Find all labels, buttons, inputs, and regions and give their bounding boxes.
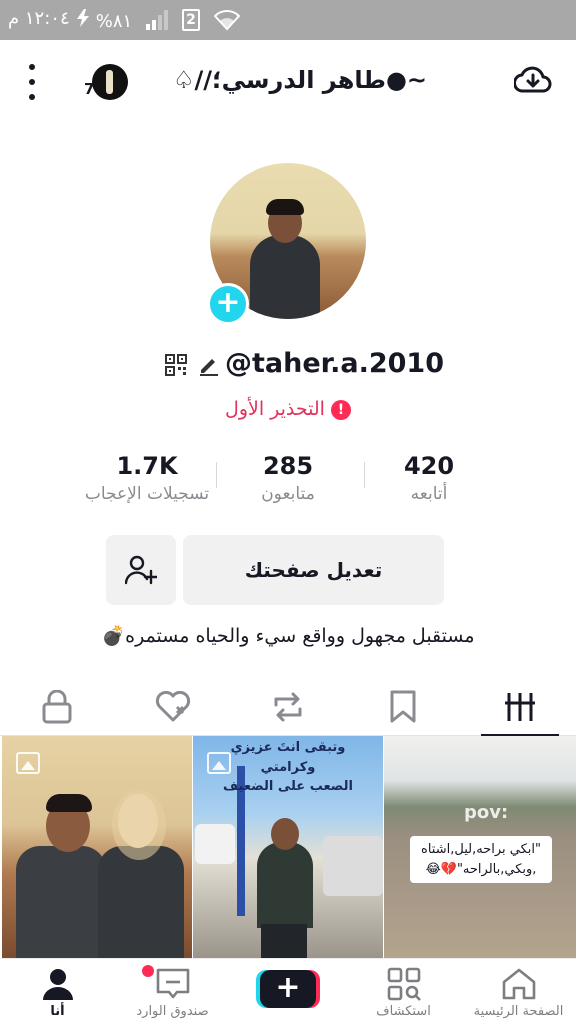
clock: ١٢:٠٤ م — [8, 8, 70, 29]
warning-status[interactable]: !التحذير الأول — [0, 398, 576, 420]
bio-text: مستقبل مجهول وواقع سيء والحياه مستمره💣 — [101, 625, 475, 647]
warning-icon: ! — [330, 399, 351, 420]
page-title[interactable]: ~●طاهر الدرسي؛//♤ — [150, 66, 450, 94]
profile-icon — [43, 969, 73, 1000]
followers-stat[interactable]: 285 متابعون — [213, 452, 363, 504]
profile-stats: 420 أتابعه 285 متابعون 1.7K تسجيلات الإع… — [0, 452, 576, 512]
lock-icon — [42, 690, 72, 724]
video-grid: وتبقى انتَ عزيزي وكرامتي الصعب على الضعيف … — [0, 736, 576, 958]
tab-videos[interactable] — [465, 678, 575, 737]
photo-post-icon — [207, 752, 231, 774]
liked-heart-icon — [155, 691, 191, 722]
inbox-icon — [156, 968, 190, 999]
bottom-nav: الصفحة الرئيسية استكشاف + صندوق الوارد أ… — [0, 958, 576, 1024]
home-icon — [502, 968, 536, 1000]
tab-reposts[interactable] — [233, 678, 343, 736]
edit-profile-button[interactable]: تعديل صفحتك — [183, 535, 444, 605]
battery-charging-icon — [77, 9, 89, 27]
add-story-icon[interactable]: + — [207, 283, 249, 325]
video-caption: "ابكي براحه,ليل,اشتاه ,وبكي,بالراحه"💔😂 — [410, 836, 552, 883]
content-tabs — [0, 678, 576, 737]
tab-saved[interactable] — [348, 678, 458, 736]
tab-liked[interactable] — [118, 678, 228, 736]
likes-stat[interactable]: 1.7K تسجيلات الإعجاب — [72, 452, 222, 504]
nav-home[interactable]: الصفحة الرئيسية — [461, 959, 576, 1024]
profile-header: 7 ~●طاهر الدرسي؛//♤ — [0, 40, 576, 124]
tab-private[interactable] — [2, 678, 112, 736]
username: @taher.a.2010 — [225, 348, 445, 379]
story-avatar[interactable] — [92, 64, 128, 100]
video-thumbnail[interactable]: وتبقى انتَ عزيزي وكرامتي الصعب على الضعيف — [193, 736, 383, 958]
pencil-icon[interactable] — [198, 354, 220, 376]
create-button[interactable]: + — [260, 970, 316, 1008]
discover-icon — [387, 967, 421, 1001]
notification-dot — [142, 965, 154, 977]
cloud-download-icon[interactable] — [514, 64, 552, 98]
more-options-icon[interactable] — [20, 64, 44, 100]
sim-icon: 2 — [182, 9, 200, 31]
username-row: @taher.a.2010 — [0, 348, 576, 384]
video-thumbnail[interactable]: pov: "ابكي براحه,ليل,اشتاه ,وبكي,بالراحه"… — [384, 736, 576, 958]
video-thumbnail[interactable] — [2, 736, 192, 958]
wifi-icon — [214, 10, 240, 31]
nav-me[interactable]: أنا — [0, 959, 115, 1024]
following-stat[interactable]: 420 أتابعه — [354, 452, 504, 504]
grid-icon — [505, 693, 535, 721]
pov-label: pov: — [464, 802, 509, 823]
bookmark-icon — [390, 690, 416, 723]
battery-level: %٨١ — [76, 9, 132, 32]
qr-code-icon[interactable] — [165, 354, 187, 376]
story-count: 7 — [84, 80, 95, 98]
repost-icon — [274, 692, 302, 722]
add-friend-button[interactable] — [106, 535, 176, 605]
add-user-icon — [125, 555, 157, 585]
signal-icon — [146, 10, 168, 30]
photo-post-icon — [16, 752, 40, 774]
status-bar: ١٢:٠٤ م %٨١ 2 — [0, 0, 576, 40]
nav-inbox[interactable]: صندوق الوارد — [115, 959, 230, 1024]
nav-discover[interactable]: استكشاف — [346, 959, 461, 1024]
